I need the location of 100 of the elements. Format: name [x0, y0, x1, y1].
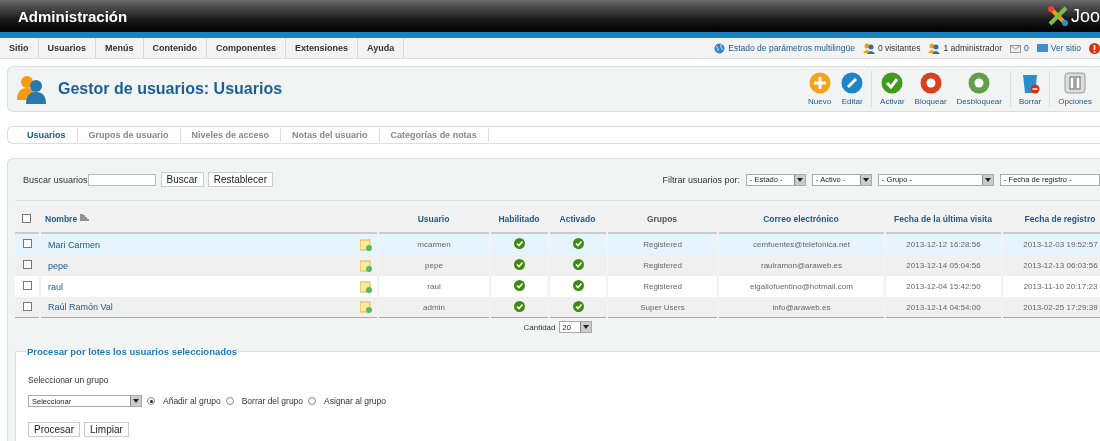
table-cell-text: cemfuentes@telefonica.net: [751, 239, 852, 251]
checkmark-icon[interactable]: [572, 300, 584, 312]
checkmark-icon[interactable]: [514, 300, 525, 312]
status-label[interactable]: Estado de parámetros multilingüe: [728, 43, 855, 53]
menu-item[interactable]: Contenido: [143, 38, 208, 58]
radio-button[interactable]: [225, 397, 234, 405]
table-row[interactable]: raul raul Registered elgallofuentino@hotmail.com 2013-12-04 15:42:50 2013-11-10 20:17:23: [15, 276, 1100, 297]
tab[interactable]: Grupos de usuario: [77, 128, 181, 142]
menu-item[interactable]: Componentes: [207, 38, 287, 58]
table-cell: 2013-12-14 04:54:00: [886, 297, 1001, 318]
table-cell: info@araweb.es: [719, 297, 884, 318]
table-cell-text: mcarmen: [416, 239, 452, 251]
checkmark-icon[interactable]: [572, 280, 584, 291]
dropdown-arrow[interactable]: [860, 174, 871, 185]
toolbar-button[interactable]: Bloquear: [914, 72, 947, 106]
filter-label: Filtrar usuarios por:: [662, 174, 740, 185]
menu-item[interactable]: Sitio: [0, 38, 39, 58]
search-field[interactable]: [87, 173, 156, 186]
users-icon: [862, 42, 875, 54]
table-cell-text: 2013-12-03 19:52:57: [1022, 239, 1099, 251]
checkmark-icon[interactable]: [514, 280, 525, 291]
radio-label[interactable]: Añadir al grupo: [163, 396, 221, 406]
users-icon: [16, 74, 48, 104]
pencil-icon: [841, 72, 864, 94]
checkbox[interactable]: [22, 281, 32, 290]
checkmark-icon[interactable]: [572, 259, 584, 270]
menu-item[interactable]: Menús: [96, 38, 144, 58]
checkbox[interactable]: [22, 260, 32, 269]
table-cell-text: Registered: [642, 239, 683, 251]
note-icon[interactable]: [360, 301, 372, 313]
tab[interactable]: Notas del usuario: [281, 128, 380, 142]
toolbar-button[interactable]: Borrar: [1018, 72, 1042, 106]
search-label: Buscar usuarios: [23, 174, 88, 185]
tab[interactable]: Niveles de acceso: [180, 128, 282, 142]
status-label[interactable]: 0: [1024, 43, 1029, 53]
dropdown-arrow[interactable]: [130, 396, 141, 406]
batch-button[interactable]: Procesar: [28, 422, 80, 437]
menu-item[interactable]: Usuarios: [38, 38, 96, 58]
table-cell-text: 2013-12-12 16:28:56: [905, 239, 982, 251]
note-icon[interactable]: [360, 259, 372, 272]
page-title: Gestor de usuarios: Usuarios: [58, 80, 284, 98]
message-icon: [1010, 43, 1021, 53]
table-cell: Super Users: [608, 297, 717, 318]
group-label: Seleccionar un grupo: [28, 375, 110, 385]
checkmark-icon[interactable]: [572, 238, 584, 249]
users-icon: [928, 42, 941, 54]
table-cell-text: 2013-12-14 05:04:56: [905, 260, 982, 272]
plus-icon: [808, 72, 831, 94]
radio-label[interactable]: Borrar del grupo: [241, 396, 304, 406]
monitor-icon: [1036, 43, 1048, 53]
sort-icon: [79, 214, 89, 222]
globe-icon: [714, 42, 726, 54]
table-row[interactable]: Mari Carmen mcarmen Registered cemfuentes@telefonica.net 2013-12-12 16:28:56 2013-12-03 19:52:57: [15, 234, 1100, 255]
table-cell-text: elgallofuentino@hotmail.com: [749, 281, 854, 293]
table-cell-text: Registered: [642, 281, 683, 293]
toolbar-button[interactable]: Nuevo: [808, 72, 832, 106]
checkmark-icon[interactable]: [514, 259, 525, 270]
checkbox[interactable]: [22, 213, 31, 223]
menu-item[interactable]: Extensiones: [286, 38, 359, 58]
table-cell-text: Registered: [642, 260, 683, 272]
dropdown-arrow[interactable]: [982, 174, 993, 185]
user-name-link[interactable]: Mari Carmen: [48, 239, 100, 250]
user-name-link[interactable]: Raúl Ramón Val: [48, 302, 113, 312]
radio-button[interactable]: [308, 397, 317, 405]
toolbar-button[interactable]: Editar: [841, 72, 864, 106]
dropdown-arrow[interactable]: [579, 322, 591, 332]
table-cell-text: 2013-12-04 15:42:50: [905, 281, 982, 293]
table-cell-text: 2013-11-10 20:17:23: [1022, 281, 1099, 293]
pagination-label: Cantidad: [523, 322, 556, 332]
options-icon: [1064, 72, 1087, 94]
table-cell-text: pepe: [424, 260, 444, 272]
table-cell-text: raul: [426, 281, 442, 293]
circle-icon: [968, 72, 991, 94]
search-button[interactable]: Restablecer: [207, 172, 273, 187]
checkbox[interactable]: [22, 239, 32, 248]
checkmark-icon: [881, 72, 904, 94]
logo-text: Joo: [1070, 5, 1100, 27]
menu-item[interactable]: Ayuda: [358, 38, 405, 58]
toolbar-button[interactable]: Activar: [880, 72, 905, 106]
toolbar-button[interactable]: Desbloquear: [956, 72, 1002, 106]
note-icon[interactable]: [360, 238, 372, 251]
batch-button[interactable]: Limpiar: [84, 422, 129, 437]
radio-label[interactable]: Asignar al grupo: [324, 396, 386, 406]
status-label[interactable]: 1 administrador: [943, 43, 1002, 53]
batch-legend: Procesar por lotes los usuarios seleccionados: [26, 346, 239, 357]
header-title: Administración: [18, 7, 128, 25]
user-name-link[interactable]: raul: [48, 281, 63, 292]
note-icon[interactable]: [360, 280, 372, 293]
tab[interactable]: Categorías de notas: [379, 128, 489, 142]
status-label[interactable]: 0 visitantes: [877, 43, 921, 53]
dropdown-arrow[interactable]: [794, 174, 805, 185]
table-cell: 2013-02-25 17:29:39: [1003, 297, 1100, 318]
checkbox[interactable]: [22, 301, 32, 311]
toolbar-button[interactable]: Opciones: [1058, 72, 1092, 106]
table-cell-text: raulramon@araweb.es: [759, 260, 843, 272]
status-label[interactable]: Ver sitio: [1050, 43, 1081, 53]
search-button[interactable]: Buscar: [160, 172, 204, 187]
radio-button[interactable]: [147, 397, 155, 405]
checkmark-icon[interactable]: [514, 238, 525, 249]
user-name-link[interactable]: pepe: [48, 260, 69, 271]
